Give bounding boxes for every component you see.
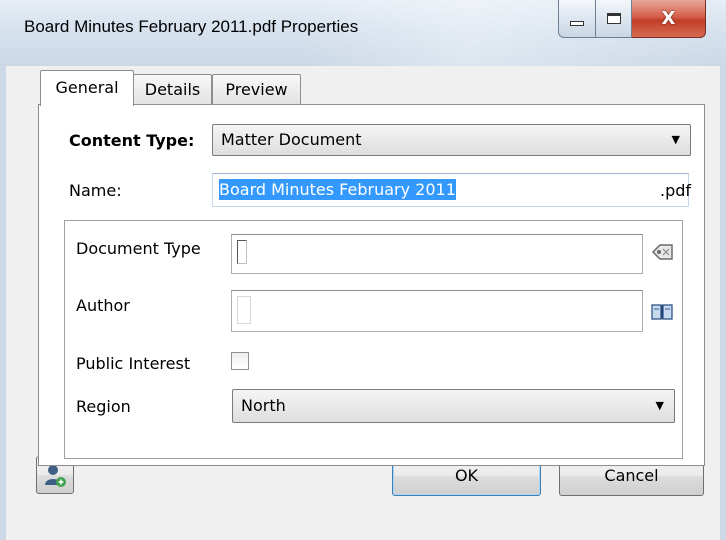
- content-type-label: Content Type:: [69, 131, 195, 150]
- user-add-icon: [45, 465, 66, 487]
- minimize-icon: [570, 21, 584, 26]
- window-controls: X: [558, 0, 706, 40]
- title-bar[interactable]: Board Minutes February 2011.pdf Properti…: [0, 0, 726, 66]
- dialog-client-area: General Details Preview Content Type: Ma…: [6, 66, 720, 540]
- author-input[interactable]: [231, 290, 643, 332]
- name-input[interactable]: Board Minutes February 2011: [212, 173, 689, 207]
- tab-details[interactable]: Details: [133, 74, 212, 104]
- document-type-input[interactable]: [231, 234, 643, 274]
- region-value: North: [241, 396, 286, 415]
- chevron-down-icon: ▼: [655, 399, 664, 412]
- document-type-label: Document Type: [76, 239, 201, 258]
- general-tab-panel: Content Type: Matter Document ▼ Name: Bo…: [38, 104, 705, 466]
- region-label: Region: [76, 397, 131, 416]
- text-caret: [237, 240, 247, 264]
- author-label: Author: [76, 296, 130, 315]
- close-button[interactable]: X: [632, 0, 706, 38]
- window-title: Board Minutes February 2011.pdf Properti…: [24, 17, 359, 36]
- maximize-button[interactable]: [596, 0, 632, 38]
- minimize-button[interactable]: [558, 0, 596, 38]
- close-icon: X: [661, 8, 676, 29]
- name-value: Board Minutes February 2011: [219, 179, 456, 200]
- window-border-right: [720, 66, 726, 540]
- name-extension: .pdf: [660, 181, 692, 200]
- document-fields-group: Document Type Author Public Interest Reg…: [64, 220, 683, 459]
- content-type-value: Matter Document: [221, 130, 362, 149]
- tab-general[interactable]: General: [40, 70, 134, 106]
- tag-lookup-icon[interactable]: [650, 241, 676, 263]
- tab-preview[interactable]: Preview: [212, 74, 301, 104]
- region-select[interactable]: North ▼: [232, 389, 675, 423]
- public-interest-label: Public Interest: [76, 354, 191, 373]
- maximize-icon: [606, 13, 621, 24]
- public-interest-checkbox[interactable]: [231, 352, 249, 370]
- chevron-down-icon: ▼: [671, 133, 680, 146]
- content-type-select[interactable]: Matter Document ▼: [212, 124, 691, 156]
- text-caret: [237, 296, 251, 324]
- name-label: Name:: [69, 181, 122, 200]
- address-book-icon[interactable]: [651, 303, 673, 321]
